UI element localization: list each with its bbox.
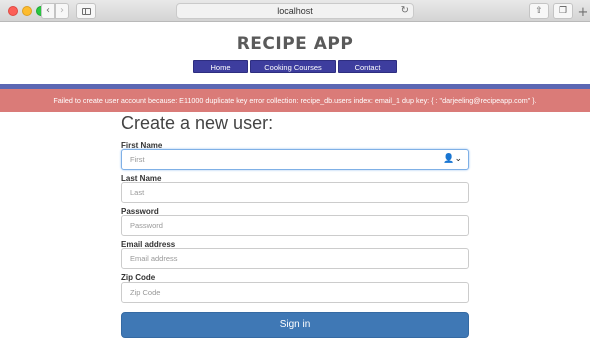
sidebar-toggle-button[interactable] (76, 3, 96, 19)
contact-autofill-icon[interactable]: 👤⌄ (443, 150, 462, 169)
minimize-window-button[interactable] (22, 6, 32, 16)
zip-code-label: Zip Code (121, 273, 156, 282)
forward-icon[interactable]: › (55, 3, 69, 19)
password-input[interactable]: Password (121, 215, 469, 236)
nav-home-link[interactable]: Home (193, 60, 248, 73)
tabs-overview-icon[interactable]: ❐ (553, 3, 573, 19)
nav-courses-link[interactable]: Cooking Courses (250, 60, 336, 73)
sidebar-icon (82, 8, 91, 15)
share-icon[interactable]: ⇧ (529, 3, 549, 19)
password-placeholder: Password (130, 221, 163, 230)
browser-toolbar: ‹ › localhost ↻ ⇧ ❐ + (0, 0, 590, 22)
zip-code-placeholder: Zip Code (130, 288, 161, 297)
close-window-button[interactable] (8, 6, 18, 16)
first-name-input[interactable]: First 👤⌄ (121, 149, 469, 170)
reload-icon[interactable]: ↻ (401, 4, 409, 18)
url-text: localhost (277, 6, 313, 16)
last-name-placeholder: Last (130, 188, 145, 197)
first-name-placeholder: First (130, 155, 145, 164)
new-tab-icon[interactable]: + (576, 4, 590, 22)
email-placeholder: Email address (130, 254, 178, 263)
email-input[interactable]: Email address (121, 248, 469, 269)
site-title: RECIPE APP (236, 34, 354, 54)
sign-in-button[interactable]: Sign in (121, 312, 469, 338)
last-name-input[interactable]: Last (121, 182, 469, 203)
address-bar[interactable]: localhost ↻ (176, 3, 414, 19)
zip-code-input[interactable]: Zip Code (121, 282, 469, 303)
nav-contact-link[interactable]: Contact (338, 60, 397, 73)
back-icon[interactable]: ‹ (41, 3, 55, 19)
error-alert: Failed to create user account because: E… (0, 89, 590, 112)
form-title: Create a new user: (121, 113, 274, 133)
main-nav: Home Cooking Courses Contact (193, 60, 397, 73)
